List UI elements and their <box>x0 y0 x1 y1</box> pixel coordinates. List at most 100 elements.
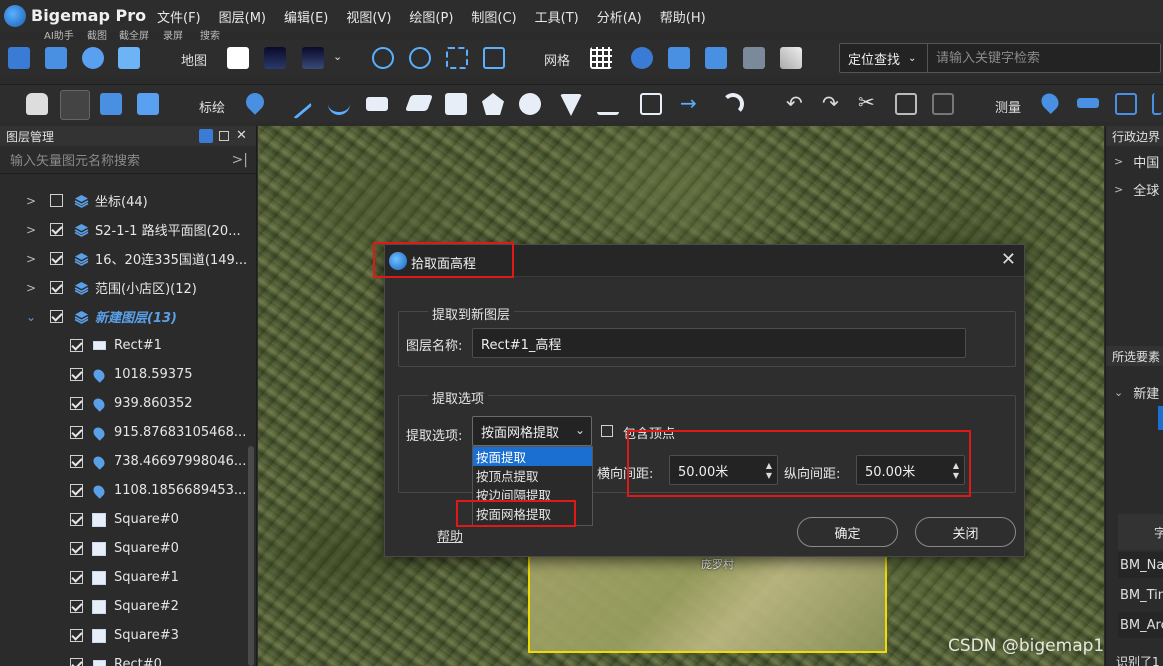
panel-search-icon[interactable] <box>199 129 213 143</box>
layer-name-field[interactable]: Rect#1_高程 <box>472 328 966 358</box>
feature-row[interactable]: 738.46697998046... <box>0 447 248 476</box>
option-by-vertex[interactable]: 按顶点提取 <box>473 466 592 485</box>
chevron-right-icon[interactable]: > <box>1114 155 1123 168</box>
undo-icon[interactable]: ↶ <box>786 91 803 115</box>
folder-grid-icon[interactable] <box>743 47 765 69</box>
option-by-surface[interactable]: 按面提取 <box>473 447 592 466</box>
text-icon[interactable] <box>640 93 662 115</box>
night-map-icon[interactable] <box>302 47 324 69</box>
include-vertex-checkbox[interactable] <box>601 425 613 437</box>
arrow-right-icon[interactable]: → <box>680 91 697 115</box>
panel-float-icon[interactable] <box>219 131 229 141</box>
menu-analysis[interactable]: 分析(A) <box>588 7 651 26</box>
attribute-row[interactable]: BM_Na <box>1118 552 1163 578</box>
blank-map-icon[interactable] <box>227 47 249 69</box>
layer-checkbox[interactable] <box>50 310 63 323</box>
layer-row[interactable]: > 16、20连335国道(149... <box>0 244 248 273</box>
measure-angle-icon[interactable] <box>1152 93 1162 115</box>
menu-tools[interactable]: 工具(T) <box>526 7 588 26</box>
pentagon-icon[interactable] <box>482 93 504 115</box>
feature-row[interactable]: 1018.59375 <box>0 360 248 389</box>
layer-checkbox[interactable] <box>50 194 63 207</box>
select-rect-icon[interactable] <box>100 93 122 115</box>
cut-scissors-icon[interactable]: ✂ <box>858 90 875 114</box>
zoom-in-icon[interactable] <box>372 47 394 69</box>
help-link[interactable]: 帮助 <box>437 526 463 545</box>
full-extent-icon[interactable] <box>483 47 505 69</box>
polyline-icon[interactable] <box>281 88 313 120</box>
layer-checkbox[interactable] <box>50 281 63 294</box>
close-icon[interactable]: ✕ <box>1001 249 1016 270</box>
measure-point-icon[interactable] <box>1037 89 1063 115</box>
feature-checkbox[interactable] <box>70 484 83 497</box>
feature-checkbox[interactable] <box>70 542 83 555</box>
image-icon[interactable] <box>118 47 140 69</box>
save-icon[interactable] <box>45 47 67 69</box>
measure-area-icon[interactable] <box>1115 93 1137 115</box>
square-icon[interactable] <box>445 93 467 115</box>
layer-checkbox[interactable] <box>50 223 63 236</box>
layer-row[interactable]: > 坐标(44) <box>0 186 248 215</box>
search-type-select[interactable]: 定位查找 ⌄ <box>840 44 928 72</box>
curved-arrow-icon[interactable] <box>722 93 744 115</box>
km-grid-icon[interactable] <box>668 47 690 69</box>
rectangle-icon[interactable] <box>366 97 388 111</box>
selected-feature-item[interactable]: ⌄ 新建 <box>1106 379 1159 405</box>
feature-checkbox[interactable] <box>70 426 83 439</box>
chevron-right-icon[interactable]: > <box>26 281 36 295</box>
boundary-item[interactable]: > 中国 <box>1106 148 1159 174</box>
chevron-right-icon[interactable]: > <box>26 194 36 208</box>
chevron-right-icon[interactable]: > <box>26 223 36 237</box>
ok-button[interactable]: 确定 <box>797 517 898 547</box>
feature-checkbox[interactable] <box>70 455 83 468</box>
feature-checkbox[interactable] <box>70 629 83 642</box>
close-button[interactable]: 关闭 <box>915 517 1016 547</box>
polygon-icon[interactable] <box>405 95 433 111</box>
attributes-disabled-icon[interactable] <box>932 93 954 115</box>
chevron-down-icon[interactable]: ⌄ <box>26 310 36 324</box>
measure-distance-icon[interactable] <box>1077 98 1099 108</box>
menu-view[interactable]: 视图(V) <box>337 7 400 26</box>
chevron-right-icon[interactable]: > <box>1114 183 1123 196</box>
feature-checkbox[interactable] <box>70 658 83 666</box>
collapse-panel-icon[interactable]: >| <box>232 152 248 168</box>
nhm-grid-icon[interactable] <box>705 47 727 69</box>
layer-panel-scrollbar[interactable] <box>248 446 254 666</box>
triangle-icon[interactable] <box>560 94 582 116</box>
feature-row[interactable]: 939.860352 <box>0 389 248 418</box>
boundary-item[interactable]: > 全球 <box>1106 176 1159 202</box>
brush-icon[interactable] <box>780 47 802 69</box>
keyword-search-input[interactable] <box>928 50 1160 66</box>
chevron-down-icon[interactable]: ⌄ <box>1114 386 1123 399</box>
layer-row[interactable]: > 范围(小店区)(12) <box>0 273 248 302</box>
feature-checkbox[interactable] <box>70 368 83 381</box>
feature-row[interactable]: Square#2 <box>0 592 248 621</box>
menu-cartography[interactable]: 制图(C) <box>462 7 525 26</box>
menu-layer[interactable]: 图层(M) <box>210 7 275 26</box>
extract-option-select[interactable]: 按面网格提取 ⌄ <box>472 416 592 446</box>
zoom-out-icon[interactable] <box>409 47 431 69</box>
panel-close-icon[interactable]: ✕ <box>236 129 250 143</box>
feature-row[interactable]: Square#0 <box>0 534 248 563</box>
layer-row[interactable]: > S2-1-1 路线平面图(20... <box>0 215 248 244</box>
map-dropdown-chevron-icon[interactable]: ⌄ <box>333 50 342 63</box>
feature-checkbox[interactable] <box>70 339 83 352</box>
menu-help[interactable]: 帮助(H) <box>651 7 715 26</box>
zoom-extent-icon[interactable] <box>446 47 468 69</box>
menu-draw[interactable]: 绘图(P) <box>400 7 462 26</box>
settings-gear-icon[interactable] <box>82 47 104 69</box>
menu-edit[interactable]: 编辑(E) <box>275 7 337 26</box>
feature-row[interactable]: 915.87683105468... <box>0 418 248 447</box>
feature-row[interactable]: Square#0 <box>0 505 248 534</box>
measure-line-icon[interactable] <box>597 93 619 115</box>
feature-checkbox[interactable] <box>70 513 83 526</box>
feature-checkbox[interactable] <box>70 600 83 613</box>
select-arrow-icon[interactable] <box>60 90 90 120</box>
layer-checkbox[interactable] <box>50 252 63 265</box>
feature-checkbox[interactable] <box>70 397 83 410</box>
marker-icon[interactable] <box>242 89 268 115</box>
feature-row[interactable]: Rect#0 <box>0 650 248 666</box>
attribute-row[interactable]: BM_Are <box>1118 612 1163 638</box>
pan-hand-icon[interactable] <box>26 93 48 115</box>
redo-icon[interactable]: ↷ <box>822 91 839 115</box>
